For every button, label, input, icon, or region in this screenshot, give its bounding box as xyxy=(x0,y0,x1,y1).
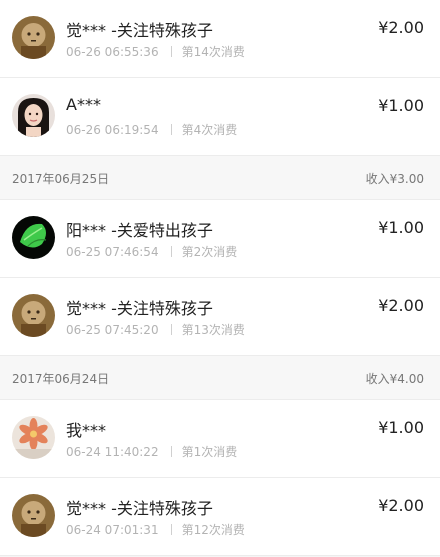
divider xyxy=(170,124,172,135)
donation-meta: 06-25 07:45:20 第13次消费 xyxy=(66,321,245,338)
donation-meta: 06-25 07:46:54 第2次消费 xyxy=(66,243,237,260)
list-item[interactable]: 觉*** -关注特殊孩子 06-24 07:01:31 第12次消费 ¥2.00 xyxy=(0,478,440,556)
transaction-list: 觉*** -关注特殊孩子 06-26 06:55:36 第14次消费 ¥2.00 … xyxy=(0,0,440,556)
green-leaf-avatar-icon xyxy=(12,216,55,259)
donation-time: 06-26 06:55:36 xyxy=(66,45,159,59)
donation-amount: ¥1.00 xyxy=(378,96,424,115)
monk-avatar-icon xyxy=(12,294,55,337)
donation-amount: ¥1.00 xyxy=(378,418,424,437)
day-total: 收入¥4.00 xyxy=(365,372,424,386)
donation-time: 06-24 11:40:22 xyxy=(66,445,159,459)
donor-name: 阳*** -关爱特出孩子 xyxy=(66,221,213,240)
day-header: 2017年06月25日 收入¥3.00 xyxy=(0,156,440,200)
donor-name: 我*** xyxy=(66,421,107,440)
monk-avatar-icon xyxy=(12,494,55,537)
divider xyxy=(170,246,172,257)
day-total: 收入¥3.00 xyxy=(365,172,424,186)
list-item[interactable]: 觉*** -关注特殊孩子 06-26 06:55:36 第14次消费 ¥2.00 xyxy=(0,0,440,78)
day-header: 2017年06月24日 收入¥4.00 xyxy=(0,356,440,400)
donation-time: 06-24 07:01:31 xyxy=(66,523,159,537)
list-item[interactable]: A*** 06-26 06:19:54 第4次消费 ¥1.00 xyxy=(0,78,440,156)
donation-count: 第12次消费 xyxy=(181,523,245,537)
donation-amount: ¥2.00 xyxy=(378,18,424,37)
list-item[interactable]: 阳*** -关爱特出孩子 06-25 07:46:54 第2次消费 ¥1.00 xyxy=(0,200,440,278)
donor-name: 觉*** -关注特殊孩子 xyxy=(66,299,213,318)
donation-meta: 06-26 06:19:54 第4次消费 xyxy=(66,121,237,138)
day-date: 2017年06月24日 xyxy=(12,372,110,386)
list-item[interactable]: 我*** 06-24 11:40:22 第1次消费 ¥1.00 xyxy=(0,400,440,478)
donation-amount: ¥2.00 xyxy=(378,296,424,315)
donation-count: 第14次消费 xyxy=(181,45,245,59)
monk-avatar-icon xyxy=(12,16,55,59)
list-item[interactable]: 觉*** -关注特殊孩子 06-25 07:45:20 第13次消费 ¥2.00 xyxy=(0,278,440,356)
donation-count: 第1次消费 xyxy=(181,445,238,459)
donation-count: 第2次消费 xyxy=(181,245,238,259)
donor-name: A*** xyxy=(66,95,101,114)
day-date: 2017年06月25日 xyxy=(12,172,110,186)
divider xyxy=(170,324,172,335)
donation-count: 第13次消费 xyxy=(181,323,245,337)
donation-meta: 06-24 07:01:31 第12次消费 xyxy=(66,521,245,538)
donation-time: 06-25 07:46:54 xyxy=(66,245,159,259)
donation-time: 06-26 06:19:54 xyxy=(66,123,159,137)
donation-amount: ¥2.00 xyxy=(378,496,424,515)
girl-avatar-icon xyxy=(12,94,55,137)
divider xyxy=(170,446,172,457)
donor-name: 觉*** -关注特殊孩子 xyxy=(66,21,213,40)
donor-name: 觉*** -关注特殊孩子 xyxy=(66,499,213,518)
flower-avatar-icon xyxy=(12,416,55,459)
donation-meta: 06-26 06:55:36 第14次消费 xyxy=(66,43,245,60)
donation-time: 06-25 07:45:20 xyxy=(66,323,159,337)
divider xyxy=(170,524,172,535)
donation-amount: ¥1.00 xyxy=(378,218,424,237)
divider xyxy=(170,46,172,57)
donation-count: 第4次消费 xyxy=(181,123,238,137)
donation-meta: 06-24 11:40:22 第1次消费 xyxy=(66,443,237,460)
